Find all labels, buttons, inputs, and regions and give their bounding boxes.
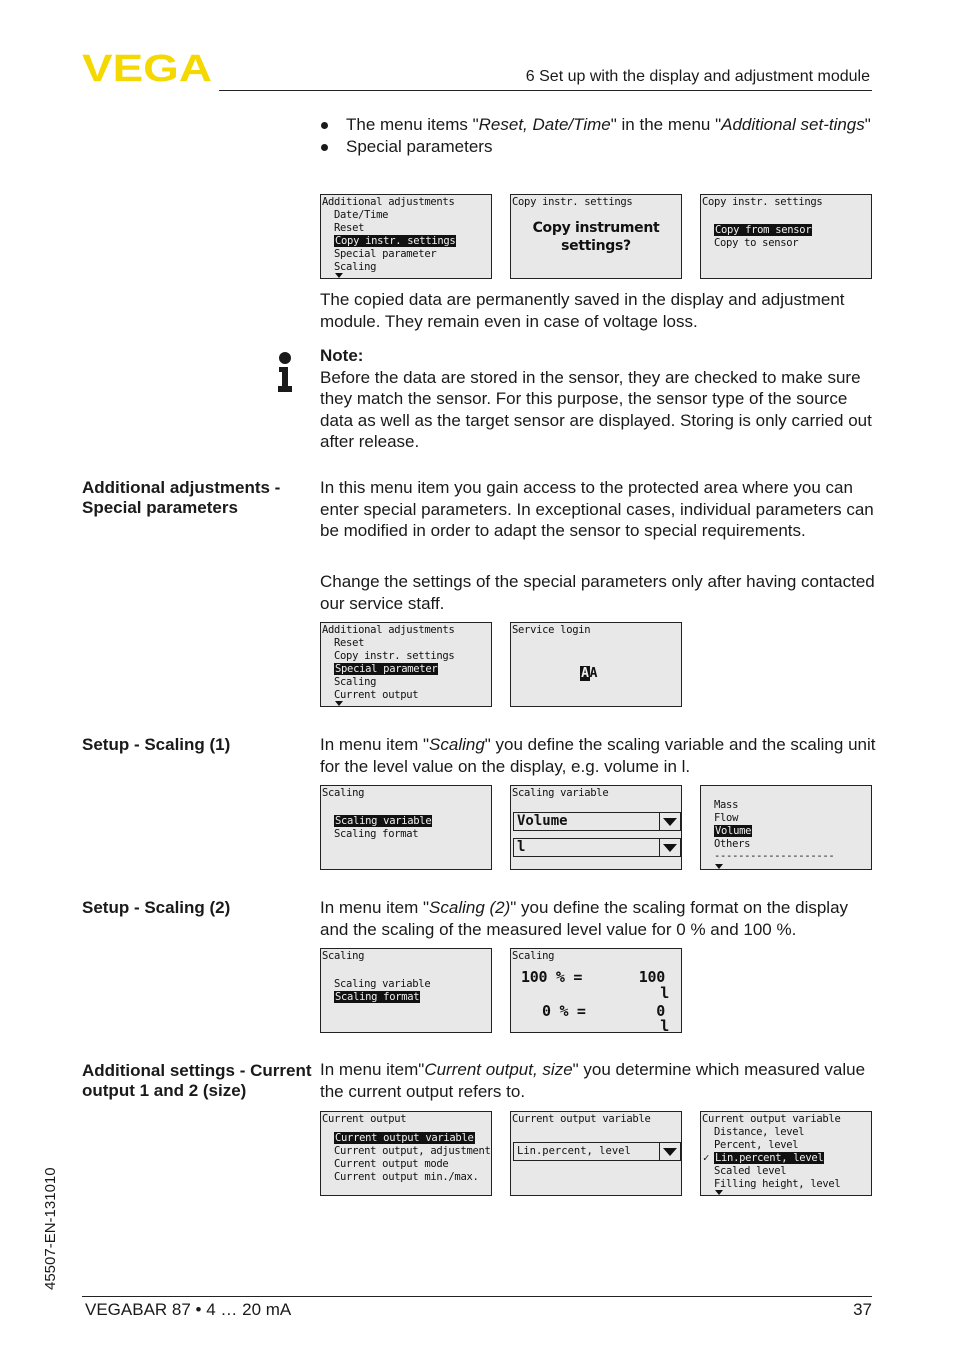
- vega-logo: VEGA: [82, 50, 212, 84]
- page-number: 37: [853, 1300, 872, 1319]
- document-id: 45507-EN-131010: [42, 1167, 59, 1290]
- selected-menu-item: Special parameter: [334, 663, 439, 675]
- arrow-down-icon: [715, 1190, 723, 1195]
- label-current-output: Additional settings - Current output 1 a…: [82, 1061, 312, 1100]
- selected-menu-item: Scaling format: [334, 991, 421, 1003]
- intro-bullet-list: The menu items "Reset, Date/Time" in the…: [320, 114, 880, 157]
- selected-menu-item: Lin.percent, level: [714, 1152, 825, 1164]
- label-scaling-1: Setup - Scaling (1): [82, 735, 231, 754]
- scaling-variable-dropdown: Volume: [513, 812, 681, 831]
- arrow-down-icon: [335, 701, 343, 706]
- selected-menu-item: Volume: [714, 825, 753, 837]
- bullet-icon: [321, 143, 328, 151]
- dropdown-arrow-icon: [659, 1143, 680, 1160]
- lcd-scaling-menu-2: Scaling Scaling variable Scaling format: [320, 948, 492, 1033]
- lcd-additional-adjustments-2: Additional adjustments Reset Copy instr.…: [320, 622, 492, 707]
- current-output-text: In menu item"Current output, size" you d…: [320, 1060, 866, 1101]
- dropdown-arrow-icon: [659, 813, 680, 830]
- arrow-down-icon: [335, 273, 343, 278]
- bullet-item: The menu items "Reset, Date/Time" in the…: [320, 114, 880, 136]
- info-icon: [278, 352, 292, 392]
- arrow-down-icon: [715, 864, 723, 869]
- label-scaling-2: Setup - Scaling (2): [82, 898, 231, 917]
- scaling2-text: In menu item "Scaling (2)" you define th…: [320, 898, 849, 939]
- lcd-service-login: Service login AA: [510, 622, 682, 707]
- footer-product: VEGABAR 87 • 4 … 20 mA: [85, 1300, 292, 1319]
- lcd-scaling-format: Scaling 100 % = 100 l 0 % = 0 l: [510, 948, 682, 1033]
- lcd-scaling-variable-list: Mass Flow Volume Others ----------------…: [700, 785, 872, 870]
- lcd-copy-confirm: Copy instr. settings Copy instrument set…: [510, 194, 682, 279]
- selected-menu-item: Scaling variable: [334, 815, 433, 827]
- selected-menu-item: Current output variable: [334, 1132, 475, 1144]
- section-title: 6 Set up with the display and adjustment…: [525, 68, 870, 85]
- lcd-copy-direction: Copy instr. settings Copy from sensor Co…: [700, 194, 872, 279]
- lcd-current-output-variable: Current output variable Lin.percent, lev…: [510, 1111, 682, 1196]
- header-divider: [219, 90, 872, 91]
- lcd-current-output-menu: Current output Current output variable C…: [320, 1111, 492, 1196]
- scaling1-text: In menu item "Scaling" you define the sc…: [320, 735, 876, 776]
- lcd-current-output-variable-list: Current output variable Distance, level …: [700, 1111, 872, 1196]
- current-output-variable-dropdown: Lin.percent, level: [513, 1142, 681, 1161]
- lcd-additional-adjustments: Additional adjustments Date/Time Reset C…: [320, 194, 492, 279]
- copy-paragraph: The copied data are permanently saved in…: [320, 290, 845, 331]
- bullet-item: Special parameters: [320, 136, 880, 158]
- special-params-para1: In this menu item you gain access to the…: [320, 478, 874, 540]
- note-block: Note: Before the data are stored in the …: [320, 345, 880, 453]
- svg-text:VEGA: VEGA: [82, 50, 212, 84]
- note-title: Note:: [320, 346, 364, 365]
- selected-menu-item: Copy instr. settings: [334, 235, 457, 247]
- note-text: Before the data are stored in the sensor…: [320, 367, 872, 452]
- checkmark-icon: ✓: [703, 1152, 710, 1164]
- lcd-scaling-menu: Scaling Scaling variable Scaling format: [320, 785, 492, 870]
- list-separator: --------------------: [714, 850, 835, 862]
- lcd-scaling-variable: Scaling variable Volume l: [510, 785, 682, 870]
- login-cursor: A: [580, 666, 590, 681]
- special-params-para2: Change the settings of the special param…: [320, 572, 875, 613]
- dropdown-arrow-icon: [659, 839, 680, 856]
- label-special-parameters: Additional adjustments - Special paramet…: [82, 478, 281, 517]
- selected-menu-item: Copy from sensor: [714, 224, 813, 236]
- scaling-unit-dropdown: l: [513, 838, 681, 857]
- footer-divider: [82, 1296, 872, 1297]
- bullet-icon: [321, 122, 328, 129]
- login-input-value: A: [589, 666, 598, 681]
